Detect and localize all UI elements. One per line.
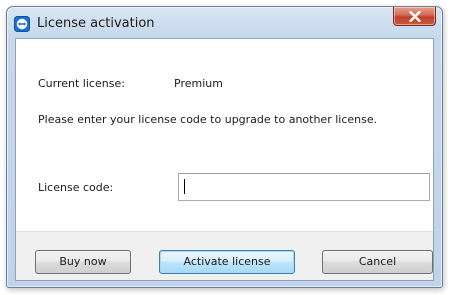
dialog-content: Current license: Premium Please enter yo… <box>16 39 433 231</box>
activate-license-button[interactable]: Activate license <box>159 250 295 274</box>
current-license-label: Current license: <box>38 77 125 90</box>
text-caret <box>184 179 185 194</box>
cancel-button[interactable]: Cancel <box>322 250 433 274</box>
title-bar[interactable]: License activation <box>7 7 442 37</box>
dialog-client-area: Current license: Premium Please enter yo… <box>15 38 434 281</box>
current-license-value: Premium <box>174 77 223 90</box>
teamviewer-app-icon <box>14 16 30 32</box>
buy-now-button[interactable]: Buy now <box>35 250 131 274</box>
license-activation-dialog: License activation Current license: Prem… <box>6 6 443 288</box>
close-button[interactable] <box>393 7 436 26</box>
instruction-text: Please enter your license code to upgrad… <box>38 113 378 126</box>
license-code-label: License code: <box>38 181 114 194</box>
button-bar: Buy now Activate license Cancel <box>16 231 433 280</box>
window-title: License activation <box>37 16 155 31</box>
close-icon <box>409 11 421 22</box>
license-code-input[interactable] <box>178 173 430 201</box>
